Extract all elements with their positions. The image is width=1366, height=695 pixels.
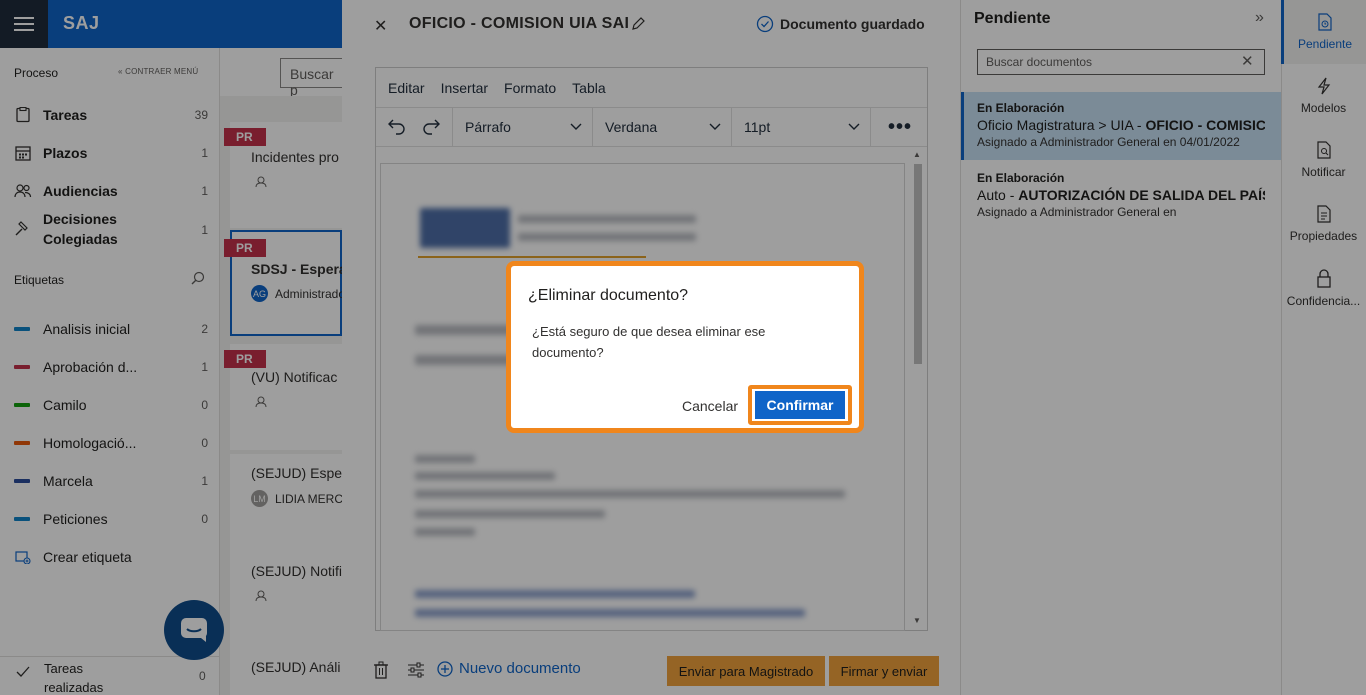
confirm-button[interactable]: Confirmar [755,391,845,419]
dialog-message: ¿Está seguro de que desea eliminar ese d… [532,324,766,360]
cancel-button[interactable]: Cancelar [672,393,748,419]
dialog-title: ¿Eliminar documento? [528,287,689,304]
